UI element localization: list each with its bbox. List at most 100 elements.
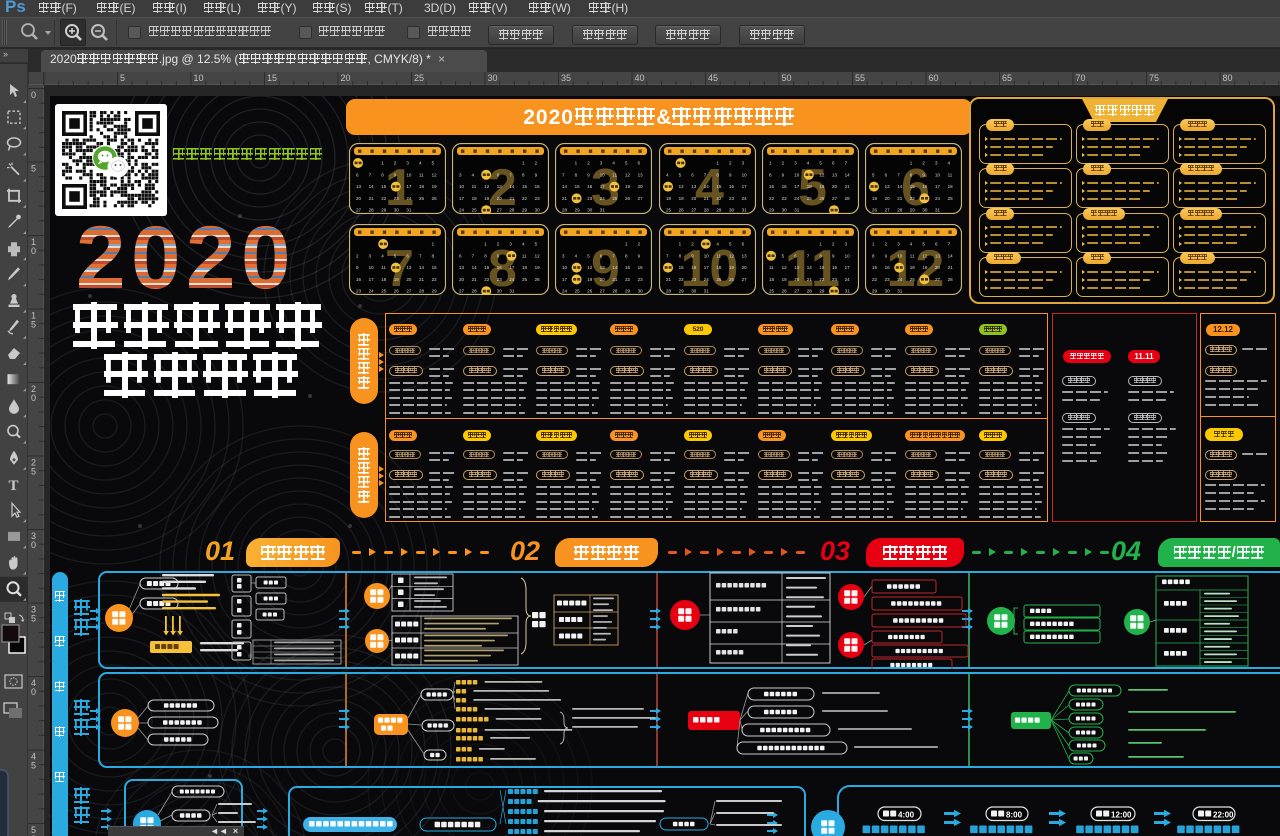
svg-text:29: 29 xyxy=(872,289,878,294)
svg-text:27: 27 xyxy=(497,208,503,213)
svg-text:24: 24 xyxy=(369,289,375,294)
svg-text:25: 25 xyxy=(807,196,813,201)
svg-text:21: 21 xyxy=(666,277,672,282)
svg-text:19: 19 xyxy=(625,184,631,189)
svg-text:28: 28 xyxy=(419,289,425,294)
svg-text:22: 22 xyxy=(819,277,825,282)
svg-text:28: 28 xyxy=(562,208,568,213)
svg-text:17: 17 xyxy=(704,265,710,270)
svg-text:14: 14 xyxy=(509,184,515,189)
svg-text:11: 11 xyxy=(716,253,721,258)
svg-text:12: 12 xyxy=(782,265,788,270)
svg-text:12: 12 xyxy=(432,172,438,177)
svg-text:27: 27 xyxy=(794,289,800,294)
svg-text:31: 31 xyxy=(794,208,800,213)
svg-text:31: 31 xyxy=(406,208,412,213)
svg-text:14: 14 xyxy=(897,184,903,189)
svg-text:13: 13 xyxy=(459,265,465,270)
svg-text:14: 14 xyxy=(704,184,710,189)
svg-text:5: 5 xyxy=(31,614,36,624)
svg-text:20: 20 xyxy=(406,277,412,282)
svg-text:29: 29 xyxy=(381,208,387,213)
svg-text:30: 30 xyxy=(782,208,788,213)
svg-text:50: 50 xyxy=(782,73,792,83)
svg-text:29: 29 xyxy=(432,289,438,294)
svg-text:21: 21 xyxy=(369,196,375,201)
svg-text:25: 25 xyxy=(948,196,954,201)
svg-text:21: 21 xyxy=(897,196,903,201)
svg-text:17: 17 xyxy=(845,265,851,270)
svg-text:14: 14 xyxy=(369,184,375,189)
svg-text:15: 15 xyxy=(769,184,775,189)
svg-text:29: 29 xyxy=(716,208,722,213)
svg-text:0: 0 xyxy=(31,393,36,403)
svg-text:18: 18 xyxy=(807,184,813,189)
svg-text:0: 0 xyxy=(31,540,36,550)
svg-text:19: 19 xyxy=(729,265,735,270)
svg-text:12: 12 xyxy=(679,184,685,189)
svg-text:21: 21 xyxy=(807,277,813,282)
svg-text:13: 13 xyxy=(600,265,606,270)
svg-text:16: 16 xyxy=(587,184,593,189)
svg-text:24: 24 xyxy=(509,277,515,282)
svg-text:11: 11 xyxy=(419,172,424,177)
svg-text:23: 23 xyxy=(394,196,400,201)
svg-text:21: 21 xyxy=(509,196,515,201)
svg-text:29: 29 xyxy=(679,289,685,294)
svg-text:24: 24 xyxy=(897,277,903,282)
svg-text:21: 21 xyxy=(562,196,568,201)
svg-text:0: 0 xyxy=(31,90,36,100)
svg-text:30: 30 xyxy=(497,289,503,294)
svg-text:12: 12 xyxy=(819,172,825,177)
svg-text:26: 26 xyxy=(625,196,631,201)
svg-text:21: 21 xyxy=(845,184,851,189)
svg-text:25: 25 xyxy=(612,196,618,201)
svg-text:30: 30 xyxy=(488,73,498,83)
svg-text:22: 22 xyxy=(381,196,387,201)
svg-text:15: 15 xyxy=(872,265,878,270)
svg-text:26: 26 xyxy=(394,289,400,294)
svg-text:10: 10 xyxy=(845,253,851,258)
svg-text:27: 27 xyxy=(832,196,838,201)
svg-text:20: 20 xyxy=(691,196,697,201)
svg-text:26: 26 xyxy=(729,277,735,282)
svg-text:15: 15 xyxy=(522,184,528,189)
svg-text:19: 19 xyxy=(394,277,400,282)
svg-text:18: 18 xyxy=(910,265,916,270)
svg-text:13: 13 xyxy=(497,184,503,189)
svg-text:20: 20 xyxy=(742,265,748,270)
svg-text:15: 15 xyxy=(625,265,631,270)
svg-text:29: 29 xyxy=(819,289,825,294)
svg-text:11: 11 xyxy=(910,253,915,258)
svg-text:19: 19 xyxy=(872,196,878,201)
svg-text:5: 5 xyxy=(31,761,36,771)
svg-text:15: 15 xyxy=(910,184,916,189)
svg-text:40: 40 xyxy=(635,73,645,83)
svg-text:16: 16 xyxy=(922,184,928,189)
svg-text:30: 30 xyxy=(691,289,697,294)
svg-text:26: 26 xyxy=(872,208,878,213)
svg-text:20: 20 xyxy=(885,196,891,201)
svg-text:24: 24 xyxy=(845,277,851,282)
svg-text:28: 28 xyxy=(845,196,851,201)
svg-text:12: 12 xyxy=(729,253,735,258)
svg-text:26: 26 xyxy=(535,277,541,282)
svg-text:16: 16 xyxy=(729,184,735,189)
svg-text:20: 20 xyxy=(794,277,800,282)
svg-text:10: 10 xyxy=(600,172,606,177)
svg-text:18: 18 xyxy=(381,277,387,282)
svg-text:5: 5 xyxy=(120,73,125,83)
svg-text:13: 13 xyxy=(691,184,697,189)
svg-text:13: 13 xyxy=(935,253,941,258)
svg-text:11: 11 xyxy=(522,253,527,258)
svg-text:23: 23 xyxy=(729,196,735,201)
svg-text:23: 23 xyxy=(497,277,503,282)
svg-text:18: 18 xyxy=(472,196,478,201)
svg-text:27: 27 xyxy=(691,208,697,213)
svg-text:20: 20 xyxy=(638,184,644,189)
svg-text:28: 28 xyxy=(704,208,710,213)
svg-text:16: 16 xyxy=(638,265,644,270)
svg-text:0: 0 xyxy=(31,687,36,697)
svg-text:14: 14 xyxy=(948,253,954,258)
svg-text:19: 19 xyxy=(484,196,490,201)
